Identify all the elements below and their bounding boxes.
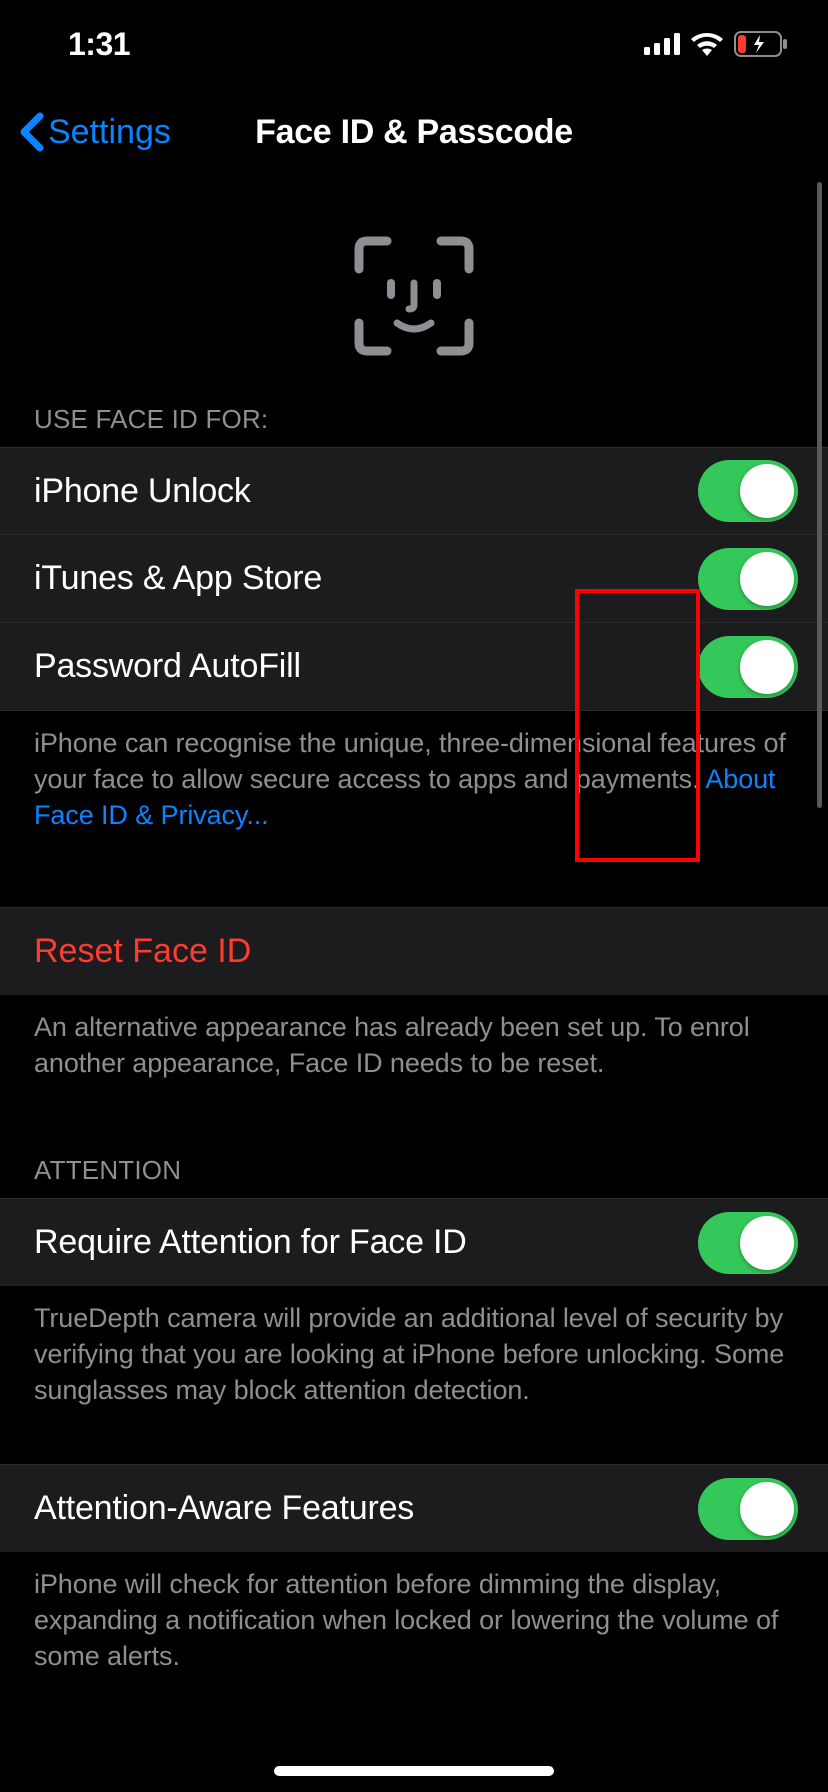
row-label: Password AutoFill [34, 647, 301, 686]
row-iphone-unlock: iPhone Unlock [0, 447, 828, 535]
row-require-attention: Require Attention for Face ID [0, 1198, 828, 1286]
page-title: Face ID & Passcode [255, 113, 573, 152]
footer-use-for: iPhone can recognise the unique, three-d… [0, 711, 828, 861]
nav-bar: Settings Face ID & Passcode [0, 88, 828, 176]
status-time: 1:31 [68, 26, 130, 63]
scrollbar[interactable] [817, 182, 822, 808]
home-indicator[interactable] [274, 1766, 554, 1776]
row-label: Attention-Aware Features [34, 1489, 414, 1528]
wifi-icon [690, 32, 724, 56]
footer-require-attention: TrueDepth camera will provide an additio… [0, 1286, 828, 1436]
section-header-use-for: USE FACE ID FOR: [0, 386, 828, 447]
battery-icon [734, 31, 788, 57]
footer-attention-aware: iPhone will check for attention before d… [0, 1552, 828, 1702]
back-button[interactable]: Settings [18, 112, 171, 152]
reset-faceid-label: Reset Face ID [34, 932, 251, 971]
back-label: Settings [48, 113, 171, 152]
content: USE FACE ID FOR: iPhone Unlock iTunes & … [0, 176, 828, 1702]
faceid-icon [349, 231, 479, 361]
row-password-autofill: Password AutoFill [0, 623, 828, 711]
toggle-iphone-unlock[interactable] [698, 460, 798, 522]
toggle-password-autofill[interactable] [698, 636, 798, 698]
status-bar: 1:31 [0, 0, 828, 88]
faceid-hero [0, 176, 828, 386]
section-header-attention: ATTENTION [0, 1137, 828, 1198]
row-attention-aware: Attention-Aware Features [0, 1464, 828, 1552]
chevron-left-icon [18, 112, 44, 152]
status-icons [644, 31, 788, 57]
row-reset-faceid[interactable]: Reset Face ID [0, 907, 828, 995]
footer-reset: An alternative appearance has already be… [0, 995, 828, 1109]
row-itunes-app-store: iTunes & App Store [0, 535, 828, 623]
cellular-icon [644, 33, 680, 55]
toggle-itunes-app-store[interactable] [698, 548, 798, 610]
row-label: Require Attention for Face ID [34, 1223, 467, 1262]
row-label: iPhone Unlock [34, 472, 251, 511]
toggle-attention-aware[interactable] [698, 1478, 798, 1540]
row-label: iTunes & App Store [34, 559, 322, 598]
toggle-require-attention[interactable] [698, 1212, 798, 1274]
